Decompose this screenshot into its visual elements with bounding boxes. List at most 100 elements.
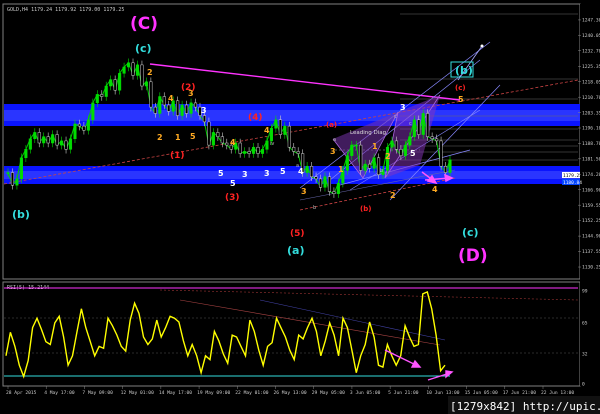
candle <box>167 104 171 112</box>
candle <box>336 182 340 194</box>
price-box-2: 1180.84 <box>562 179 582 186</box>
candle <box>292 146 296 152</box>
candle <box>211 132 215 146</box>
wave-label-D-major: (D) <box>458 246 488 266</box>
minor-wave-label: 4 <box>432 185 438 194</box>
rsi-tick-label: 32 <box>582 352 588 358</box>
candle <box>144 81 148 87</box>
price-tick-label: 1225.35 <box>582 64 600 70</box>
wave-label-b-cyan: (b) <box>12 208 30 221</box>
candle <box>189 102 193 114</box>
wave-label-3-red: (3) <box>225 193 240 203</box>
wave-label-4-red: (4) <box>248 113 263 123</box>
candle <box>37 132 41 144</box>
candle <box>73 123 77 140</box>
candle <box>60 140 64 146</box>
rsi-tick-label: 99 <box>582 289 588 295</box>
candle <box>394 140 398 150</box>
wave-label-C-major: (C) <box>130 14 158 34</box>
candle <box>439 140 443 167</box>
wave-label-c-lower: (c) <box>462 226 479 239</box>
candle <box>158 96 162 114</box>
candle <box>109 79 113 87</box>
wave-label-5-red: (5) <box>290 229 305 239</box>
minor-wave-label-small: a <box>333 137 336 143</box>
wave-label-c-red: (c) <box>455 84 466 92</box>
time-tick-label: 12 May 01:00 <box>121 390 154 396</box>
minor-wave-label: 5 <box>190 132 196 141</box>
price-tick-label: 1144.90 <box>582 234 600 240</box>
resistance-zone <box>4 104 580 126</box>
time-tick-label: 19 May 09:00 <box>197 390 230 396</box>
candle <box>247 151 251 154</box>
candle <box>126 62 131 68</box>
pattern-label-leading-diag: Leading Diag <box>350 130 386 136</box>
candle <box>6 172 10 174</box>
candle <box>68 138 73 150</box>
candle <box>33 132 37 140</box>
price-tick-label: 1130.25 <box>582 265 600 271</box>
svg-text:1179.25: 1179.25 <box>563 173 582 179</box>
indicator-frame[interactable] <box>2 281 581 387</box>
candle <box>135 64 140 76</box>
candle <box>372 157 376 169</box>
minor-wave-label: 3 <box>330 147 336 156</box>
candle <box>314 176 318 180</box>
minor-wave-label: 2 <box>390 191 396 200</box>
svg-text:(b): (b) <box>455 64 473 77</box>
time-tick-label: 7 May 09:00 <box>82 390 113 396</box>
price-tick-label: 1159.55 <box>582 203 600 209</box>
time-axis: 28 Apr 2015 4 May 17:00 7 May 09:00 12 May … <box>6 386 574 396</box>
candle <box>64 140 68 150</box>
minor-wave-label-small: iv <box>270 141 274 147</box>
price-box-1: 1179.25 <box>562 172 582 179</box>
time-tick-label: 10 Jun 13:00 <box>426 390 459 396</box>
candle <box>310 165 314 178</box>
minor-wave-label: 4 <box>168 94 174 103</box>
wave-label-a-red: (a) <box>326 121 337 129</box>
minor-wave-label: 5 <box>280 167 286 176</box>
candle <box>359 144 363 171</box>
price-tick-label: 1166.90 <box>582 187 600 193</box>
rsi-tick-label: 0 <box>582 382 585 388</box>
candle <box>122 66 126 74</box>
candle <box>220 136 224 144</box>
candle <box>296 151 300 154</box>
candle <box>448 159 452 173</box>
price-tick-label: 1196.10 <box>582 126 600 132</box>
wave-label-a-cyan: (a) <box>287 244 304 257</box>
candle <box>207 121 211 146</box>
candle <box>42 136 46 144</box>
candle <box>176 100 180 116</box>
candle <box>252 146 256 154</box>
candle <box>345 155 349 171</box>
price-tick-label: 1203.35 <box>582 110 600 116</box>
minor-wave-label: 3 <box>242 170 248 179</box>
candle <box>323 176 327 188</box>
candle <box>46 136 50 144</box>
candle <box>28 138 32 150</box>
candle <box>153 106 157 114</box>
candle <box>86 119 90 131</box>
candle <box>412 119 416 137</box>
candle <box>55 134 59 146</box>
time-tick-label: 22 May 01:00 <box>235 390 268 396</box>
time-tick-label: 15 Jun 05:00 <box>465 390 498 396</box>
candle <box>202 115 206 123</box>
candle <box>368 163 372 169</box>
candle <box>131 62 135 76</box>
candle <box>332 191 336 194</box>
minor-wave-label-small: b <box>313 205 316 211</box>
candle <box>91 102 95 121</box>
candle <box>118 73 122 91</box>
minor-wave-label: 5 <box>410 149 416 158</box>
candle <box>256 146 260 154</box>
time-tick-label: 22 Jun 13:00 <box>541 390 574 396</box>
watermark: [1279x842] http://upic.me/ <box>450 400 600 413</box>
candle <box>238 142 242 154</box>
price-tick-label: 1174.20 <box>582 172 600 178</box>
candle <box>140 64 144 87</box>
candle <box>216 132 220 137</box>
candle <box>19 157 23 180</box>
price-tick-label: 1137.55 <box>582 249 600 255</box>
